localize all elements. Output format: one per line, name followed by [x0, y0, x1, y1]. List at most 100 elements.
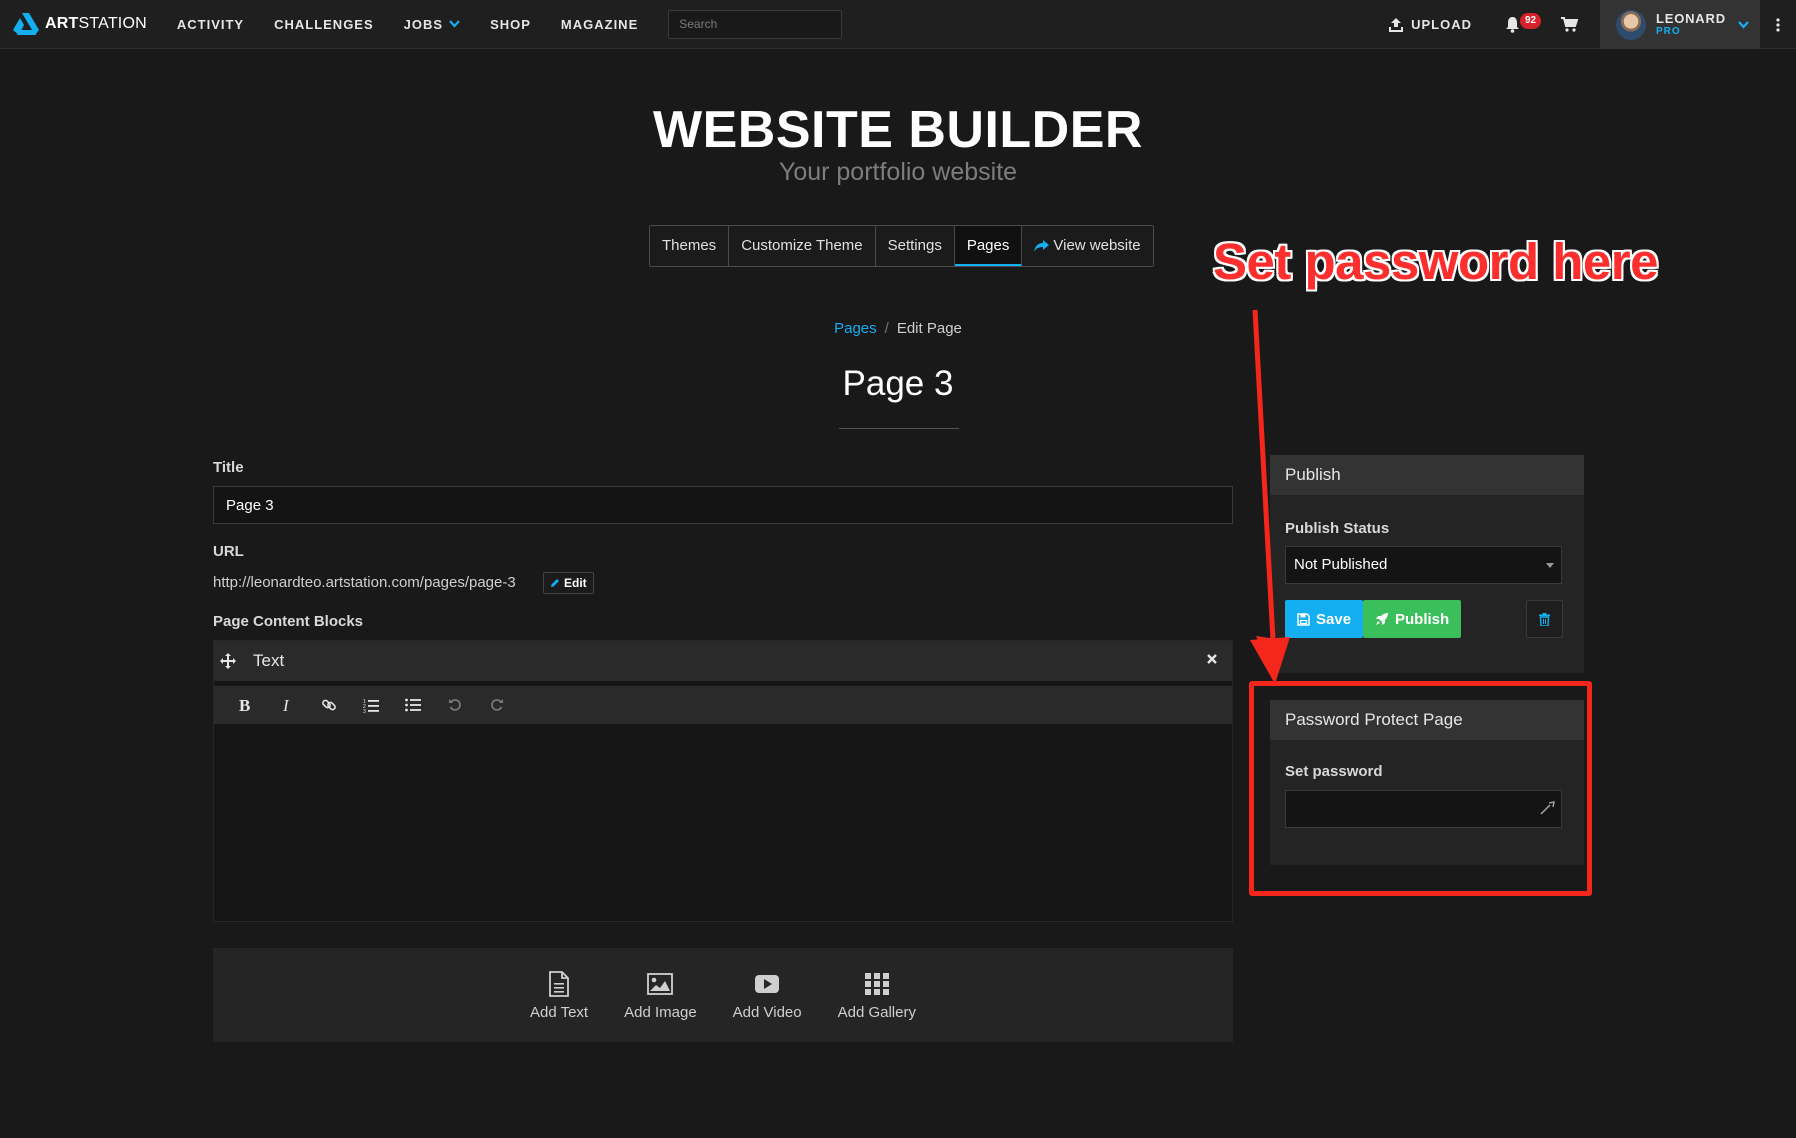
more-menu-button[interactable]: [1760, 0, 1796, 49]
user-tier-badge: PRO: [1656, 26, 1681, 37]
svg-text:3: 3: [363, 709, 366, 713]
dropdown-caret-icon: [1546, 563, 1554, 568]
text-editor-toolbar: B I 1 2 3: [214, 686, 1232, 724]
cart-button[interactable]: [1561, 17, 1578, 32]
page-title: WEBSITE BUILDER: [653, 101, 1143, 159]
upload-icon: [1389, 17, 1404, 32]
add-text-button[interactable]: Add Text: [530, 970, 588, 1021]
cart-icon: [1561, 17, 1578, 32]
redo-button[interactable]: [476, 686, 518, 724]
builder-tabs: Themes Customize Theme Settings Pages Vi…: [649, 225, 1154, 267]
italic-button[interactable]: I: [266, 686, 308, 724]
text-content-block: Text B I 1 2 3: [213, 640, 1233, 922]
edit-url-label: Edit: [564, 576, 587, 590]
add-block-bar: Add Text Add Image Add Video Add Gallery: [213, 948, 1233, 1042]
ordered-list-icon: 1 2 3: [363, 699, 379, 713]
upload-button[interactable]: UPLOAD: [1388, 17, 1472, 33]
title-label: Title: [213, 459, 244, 476]
add-text-label: Add Text: [530, 1003, 589, 1021]
italic-icon: I: [282, 697, 290, 713]
undo-button[interactable]: [434, 686, 476, 724]
notification-count-badge: 92: [1520, 13, 1542, 29]
heading-divider: [839, 428, 959, 429]
delete-page-button[interactable]: [1526, 600, 1563, 638]
undo-icon: [449, 699, 461, 711]
link-button[interactable]: [308, 686, 350, 724]
block-header: Text: [214, 641, 1232, 681]
add-gallery-button[interactable]: Add Gallery: [838, 970, 916, 1021]
artstation-logo-icon: [13, 13, 39, 35]
bell-icon: [1506, 17, 1519, 33]
top-nav: ARTSTATION ACTIVITY CHALLENGES JOBS SHOP…: [0, 0, 1796, 49]
share-icon: [1034, 240, 1050, 253]
bullet-list-icon: [405, 698, 421, 712]
close-icon[interactable]: [1206, 653, 1218, 665]
page-subtitle: Your portfolio website: [778, 158, 1018, 186]
add-image-label: Add Image: [624, 1003, 697, 1021]
upload-label: UPLOAD: [1411, 17, 1472, 32]
artstation-logo[interactable]: ARTSTATION: [13, 0, 147, 49]
page-heading: Page 3: [842, 364, 954, 403]
rocket-icon: [1376, 613, 1388, 625]
link-icon: [322, 699, 336, 711]
nav-magazine[interactable]: MAGAZINE: [561, 17, 638, 32]
tab-themes[interactable]: Themes: [650, 226, 730, 266]
svg-text:B: B: [239, 697, 250, 713]
ordered-list-button[interactable]: 1 2 3: [350, 686, 392, 724]
breadcrumb-current: Edit Page: [896, 320, 962, 337]
more-vertical-icon: [1776, 17, 1780, 32]
chevron-down-icon: [1738, 20, 1749, 29]
pencil-icon: [551, 579, 559, 587]
publish-panel-header: Publish: [1270, 455, 1584, 495]
annotation-callout: Set password here: [1213, 233, 1659, 290]
breadcrumb: Pages / Edit Page: [0, 320, 1796, 337]
svg-text:I: I: [282, 697, 290, 713]
add-video-label: Add Video: [732, 1003, 802, 1021]
tab-pages[interactable]: Pages: [954, 226, 1023, 266]
add-video-button[interactable]: Add Video: [733, 970, 802, 1021]
block-type-label: Text: [253, 651, 285, 670]
nav-shop[interactable]: SHOP: [490, 17, 531, 32]
play-video-icon: [755, 974, 780, 993]
page-url: http://leonardteo.artstation.com/pages/p…: [213, 574, 516, 591]
image-icon: [647, 972, 674, 995]
publish-status-select[interactable]: Not Published: [1285, 546, 1562, 584]
breadcrumb-separator: /: [884, 320, 889, 337]
grid-icon: [864, 972, 889, 995]
nav-challenges[interactable]: CHALLENGES: [274, 17, 374, 32]
avatar: [1616, 9, 1646, 40]
publish-status-value: Not Published: [1294, 556, 1388, 573]
publish-status-label: Publish Status: [1285, 520, 1390, 537]
nav-jobs-label: JOBS: [403, 16, 444, 32]
breadcrumb-pages-link[interactable]: Pages: [834, 320, 877, 337]
save-button[interactable]: Save: [1285, 600, 1364, 638]
add-gallery-label: Add Gallery: [837, 1003, 916, 1021]
save-label: Save: [1316, 610, 1352, 628]
move-icon[interactable]: [220, 653, 236, 669]
search-input[interactable]: [668, 9, 843, 39]
content-blocks-label: Page Content Blocks: [213, 613, 364, 630]
title-input[interactable]: [213, 486, 1233, 524]
user-name: LEONARD: [1656, 11, 1726, 26]
tab-settings[interactable]: Settings: [875, 226, 955, 266]
document-icon: [549, 970, 569, 997]
publish-panel: Publish Publish Status Not Published Sav…: [1270, 455, 1584, 673]
nav-activity[interactable]: ACTIVITY: [177, 17, 244, 32]
bold-icon: B: [239, 697, 250, 713]
tab-view-website[interactable]: View website: [1022, 226, 1153, 266]
notifications-button[interactable]: 92: [1504, 13, 1542, 33]
user-menu[interactable]: LEONARD PRO: [1600, 0, 1760, 49]
bold-button[interactable]: B: [224, 686, 266, 724]
floppy-disk-icon: [1297, 612, 1310, 626]
chevron-down-icon: [449, 20, 460, 28]
bullet-list-button[interactable]: [392, 686, 434, 724]
publish-label: Publish: [1395, 610, 1450, 628]
view-website-label: View website: [1053, 237, 1141, 254]
url-label: URL: [213, 543, 244, 560]
nav-jobs[interactable]: JOBS: [404, 17, 460, 32]
annotation-highlight-box: [1249, 681, 1592, 896]
tab-customize-theme[interactable]: Customize Theme: [729, 226, 876, 266]
publish-button[interactable]: Publish: [1363, 600, 1462, 638]
add-image-button[interactable]: Add Image: [624, 970, 697, 1021]
edit-url-button[interactable]: Edit: [543, 572, 594, 594]
